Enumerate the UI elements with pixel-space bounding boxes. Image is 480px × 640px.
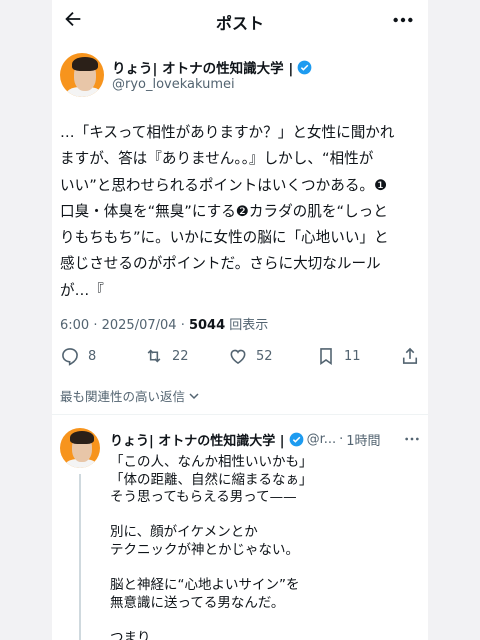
reply-text-line: 「この人、なんか相性いいかも」 xyxy=(110,454,313,470)
top-bar: ポスト xyxy=(52,0,428,40)
post-text: …「キスって相性がありますか？」と女性に聞かれ ますが、答は『ありません。。』し… xyxy=(60,120,424,304)
reply-sort-dropdown[interactable]: 最も関連性の高い返信 xyxy=(60,386,200,405)
bookmark-count: 11 xyxy=(344,348,361,364)
post-detail-page: ポスト りょう| オトナの性知識大学 | @ryo_lovekakumei …「… xyxy=(52,0,428,640)
author-handle[interactable]: @ryo_lovekakumei xyxy=(112,77,235,92)
reply-text-line: テクニックが神とかじゃない。 xyxy=(110,541,299,558)
verified-badge-icon xyxy=(289,432,303,447)
reply-text-line: 別に、顔がイケメンとか xyxy=(110,524,258,541)
post-text-line: 感じさせるのがポイントだ。さらに大切なルール xyxy=(60,255,381,273)
reply-text-line: 無意識に送ってる男なんだ。 xyxy=(110,594,285,611)
post-date[interactable]: 2025/07/04 xyxy=(102,318,177,333)
reply-handle[interactable]: @r... xyxy=(307,432,337,447)
post-time[interactable]: 6:00 xyxy=(60,318,89,333)
more-options-icon[interactable] xyxy=(392,12,414,28)
reply-text-line xyxy=(110,560,313,578)
reply-item[interactable]: りょう| オトナの性知識大学 | @r... · 1時間 「この人、なんか相性い… xyxy=(60,428,424,640)
post-text-line: …「キスって相性がありますか？」と女性に聞かれ xyxy=(60,124,395,141)
reply-count: 8 xyxy=(88,348,97,364)
reply-text-line: 脳と神経に“心地よいサイン”を xyxy=(110,577,300,594)
action-bar: 8 22 52 11 xyxy=(52,342,428,370)
repost-icon xyxy=(147,349,161,363)
reply-text-line xyxy=(110,507,313,525)
thread-line xyxy=(79,474,81,640)
reply-text: 「この人、なんか相性いいかも」 「体の距離、自然に縮まるなぁ」 そう思ってもらえ… xyxy=(110,454,313,640)
reply-button[interactable]: 8 xyxy=(60,342,96,370)
like-button[interactable]: 52 xyxy=(228,342,273,370)
repost-button[interactable]: 22 xyxy=(144,342,189,370)
post-text-line: りもちもち”に。いかに女性の脳に「心地いい」と xyxy=(60,229,389,247)
reply-icon xyxy=(62,348,78,366)
reply-text-line: つまり xyxy=(110,629,151,640)
verified-badge-icon xyxy=(297,60,312,74)
view-count: 5044 xyxy=(188,318,226,333)
author-name[interactable]: りょう| オトナの性知識大学 | xyxy=(112,57,293,77)
reply-text-line xyxy=(110,612,313,630)
author-name-row[interactable]: りょう| オトナの性知識大学 | xyxy=(112,57,312,77)
post-text-line: 口臭・体臭を“無臭”にする❷カラダの肌を“しっと xyxy=(60,202,388,220)
chevron-down-icon xyxy=(189,392,199,399)
reply-more-icon[interactable] xyxy=(404,434,420,444)
reply-sort-label: 最も関連性の高い返信 xyxy=(60,389,186,404)
post-text-line: いい”と思わせられるポイントはいくつかある。❶ xyxy=(60,176,388,194)
heart-icon xyxy=(230,349,246,365)
reply-time[interactable]: 1時間 xyxy=(346,430,380,449)
view-label: 回表示 xyxy=(229,318,269,333)
post-author: りょう| オトナの性知識大学 | @ryo_lovekakumei xyxy=(60,53,420,101)
bookmark-button[interactable]: 11 xyxy=(316,342,361,370)
like-count: 52 xyxy=(256,348,273,364)
reply-header: りょう| オトナの性知識大学 | @r... · 1時間 xyxy=(110,430,381,449)
reply-text-line: 「体の距離、自然に縮まるなぁ」 xyxy=(110,471,313,488)
reply-author-name[interactable]: りょう| オトナの性知識大学 | xyxy=(110,430,285,449)
repost-count: 22 xyxy=(172,348,189,364)
divider xyxy=(52,414,428,415)
post-meta: 6:00 · 2025/07/04 · 5044 回表示 xyxy=(60,318,269,333)
page-title: ポスト xyxy=(215,14,264,33)
post-text-line: が…『 xyxy=(60,281,104,299)
share-icon xyxy=(402,347,418,364)
avatar[interactable] xyxy=(60,428,100,468)
bookmark-icon xyxy=(320,348,332,366)
avatar[interactable] xyxy=(60,53,104,97)
post-text-line: ますが、答は『ありません。。』しかし、“相性が xyxy=(60,150,374,168)
reply-text-line: そう思ってもらえる男って—— xyxy=(110,489,297,506)
share-button[interactable] xyxy=(400,342,428,370)
